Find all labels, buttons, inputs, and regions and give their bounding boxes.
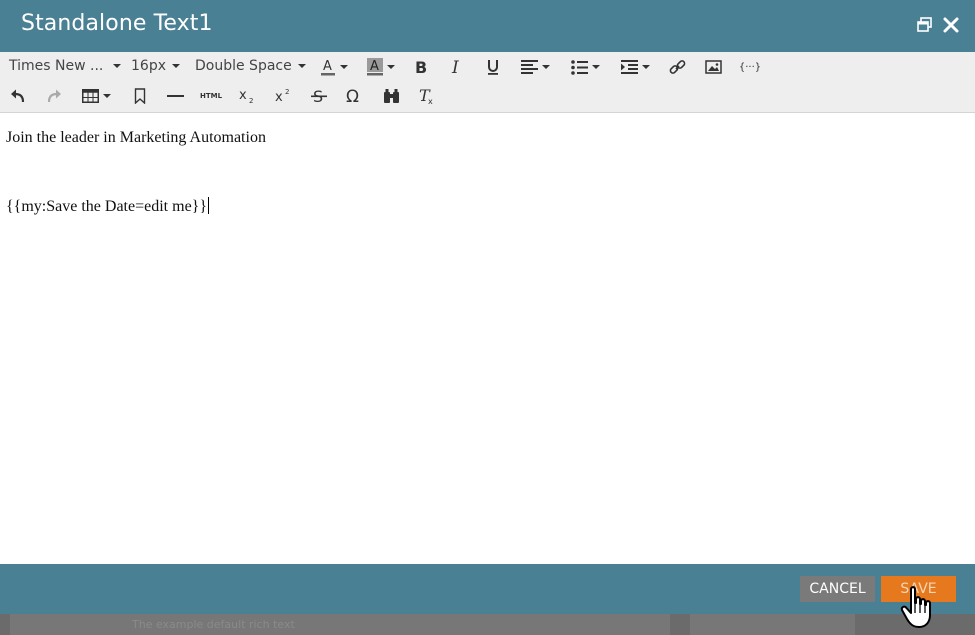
italic-icon[interactable]: I [446,55,468,79]
indent-button[interactable] [618,55,652,79]
underline-icon[interactable] [482,55,504,79]
chevron-down-icon [102,94,111,98]
svg-text:B: B [415,59,427,75]
bulleted-list-icon [570,59,588,75]
editor-line-2: {{my:Save the Date=edit me}} [6,197,210,216]
chevron-down-icon [387,65,395,69]
dialog-titlebar: Standalone Text1 [0,0,975,52]
backdrop-panel-right [690,614,855,635]
text-color-button[interactable]: A [316,55,352,79]
redo-icon[interactable] [43,84,65,108]
svg-text:I: I [451,59,459,75]
chevron-down-icon [591,65,600,69]
special-character-icon[interactable]: Ω [343,84,365,108]
chevron-down-icon [641,65,650,69]
svg-text:2: 2 [249,97,253,105]
backdrop-ghost-text: The example default rich text [132,618,295,631]
editor-line-1: Join the leader in Marketing Automation [6,129,266,146]
horizontal-rule-icon[interactable] [164,84,186,108]
font-size-select[interactable]: 16px [131,58,180,78]
svg-text:x: x [428,97,433,105]
link-icon[interactable] [666,55,688,79]
token-text: {{my:Save the Date=edit me}} [6,198,208,215]
image-icon[interactable] [702,55,724,79]
modal-backdrop: The example default rich text [0,614,975,635]
background-color-button[interactable]: A [363,55,399,79]
svg-text:2: 2 [285,88,289,96]
editor-toolbar: Times New ... 16px Double Space A A B I [0,52,975,113]
svg-text:Ω: Ω [346,87,359,105]
undo-icon[interactable] [7,84,29,108]
line-spacing-select[interactable]: Double Space [195,58,306,78]
save-button[interactable]: SAVE [881,576,956,602]
chevron-down-icon [172,64,180,68]
svg-text:x: x [275,90,283,105]
dialog-footer: CANCEL SAVE [0,564,975,614]
align-icon [520,60,538,74]
subscript-icon[interactable]: x2 [236,84,258,108]
font-family-select[interactable]: Times New ... [9,58,122,78]
bulleted-list-button[interactable] [568,55,602,79]
text-cursor [208,197,210,214]
tokens-label: {···} [738,61,762,73]
table-icon [81,89,99,103]
bookmark-icon[interactable] [129,84,151,108]
chevron-down-icon [113,64,122,68]
chevron-down-icon [541,65,550,69]
close-icon[interactable] [942,16,962,36]
tokens-icon[interactable]: {···} [738,55,762,79]
svg-text:x: x [239,88,247,103]
svg-text:A: A [323,59,332,74]
html-label: HTML [199,92,223,100]
html-icon[interactable]: HTML [199,84,223,108]
chevron-down-icon [340,65,348,69]
clear-formatting-icon[interactable]: Tx [416,84,438,108]
toolbar-row-1: Times New ... 16px Double Space A A B I [0,53,975,81]
line-spacing-value: Double Space [195,58,292,74]
indent-icon [620,60,638,74]
backdrop-panel [10,614,670,635]
rich-text-editor[interactable]: Join the leader in Marketing Automation … [0,113,975,564]
cancel-button[interactable]: CANCEL [800,576,875,602]
svg-text:A: A [370,59,379,74]
chevron-down-icon [297,64,306,68]
restore-window-icon[interactable] [916,16,936,36]
align-button[interactable] [518,55,552,79]
font-size-value: 16px [131,58,166,74]
superscript-icon[interactable]: x2 [272,84,294,108]
font-family-value: Times New ... [9,58,104,74]
text-color-icon: A [320,57,336,77]
background-color-icon: A [367,57,383,77]
dialog-title: Standalone Text1 [21,11,213,36]
find-icon[interactable] [380,84,402,108]
bold-icon[interactable]: B [410,55,432,79]
strikethrough-icon[interactable]: S [308,84,330,108]
table-button[interactable] [79,84,113,108]
toolbar-row-2: HTML x2 x2 S Ω Tx [0,82,975,110]
